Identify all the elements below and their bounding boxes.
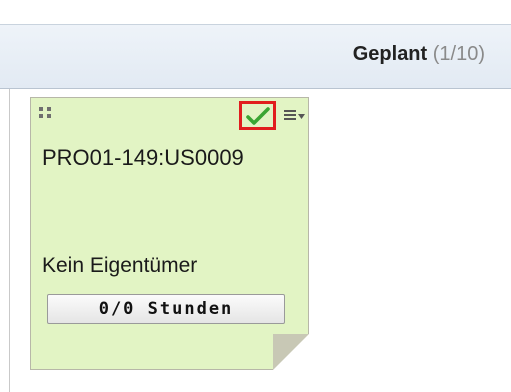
- card-id[interactable]: PRO01-149:US0009: [42, 145, 244, 171]
- column-title-label: Geplant: [352, 43, 428, 65]
- column-divider: [9, 89, 10, 392]
- done-checkmark-button[interactable]: [239, 101, 276, 130]
- card-corner-fold: [273, 334, 309, 370]
- column-title: Geplant (1/10): [353, 43, 485, 66]
- drag-handle-icon[interactable]: [39, 107, 53, 119]
- story-card[interactable]: PRO01-149:US0009 Kein Eigentümer 0/0 Stu…: [30, 97, 309, 370]
- hours-button[interactable]: 0/0 Stunden: [47, 294, 285, 324]
- column-count: (1/10): [432, 43, 485, 65]
- checkmark-icon: [245, 106, 270, 125]
- menu-dropdown-icon[interactable]: [284, 109, 306, 123]
- card-owner[interactable]: Kein Eigentümer: [42, 254, 197, 278]
- kanban-board: Geplant (1/10) PRO01-149:US0009 Kein Eig…: [0, 0, 511, 392]
- column-header: Geplant (1/10): [0, 24, 511, 89]
